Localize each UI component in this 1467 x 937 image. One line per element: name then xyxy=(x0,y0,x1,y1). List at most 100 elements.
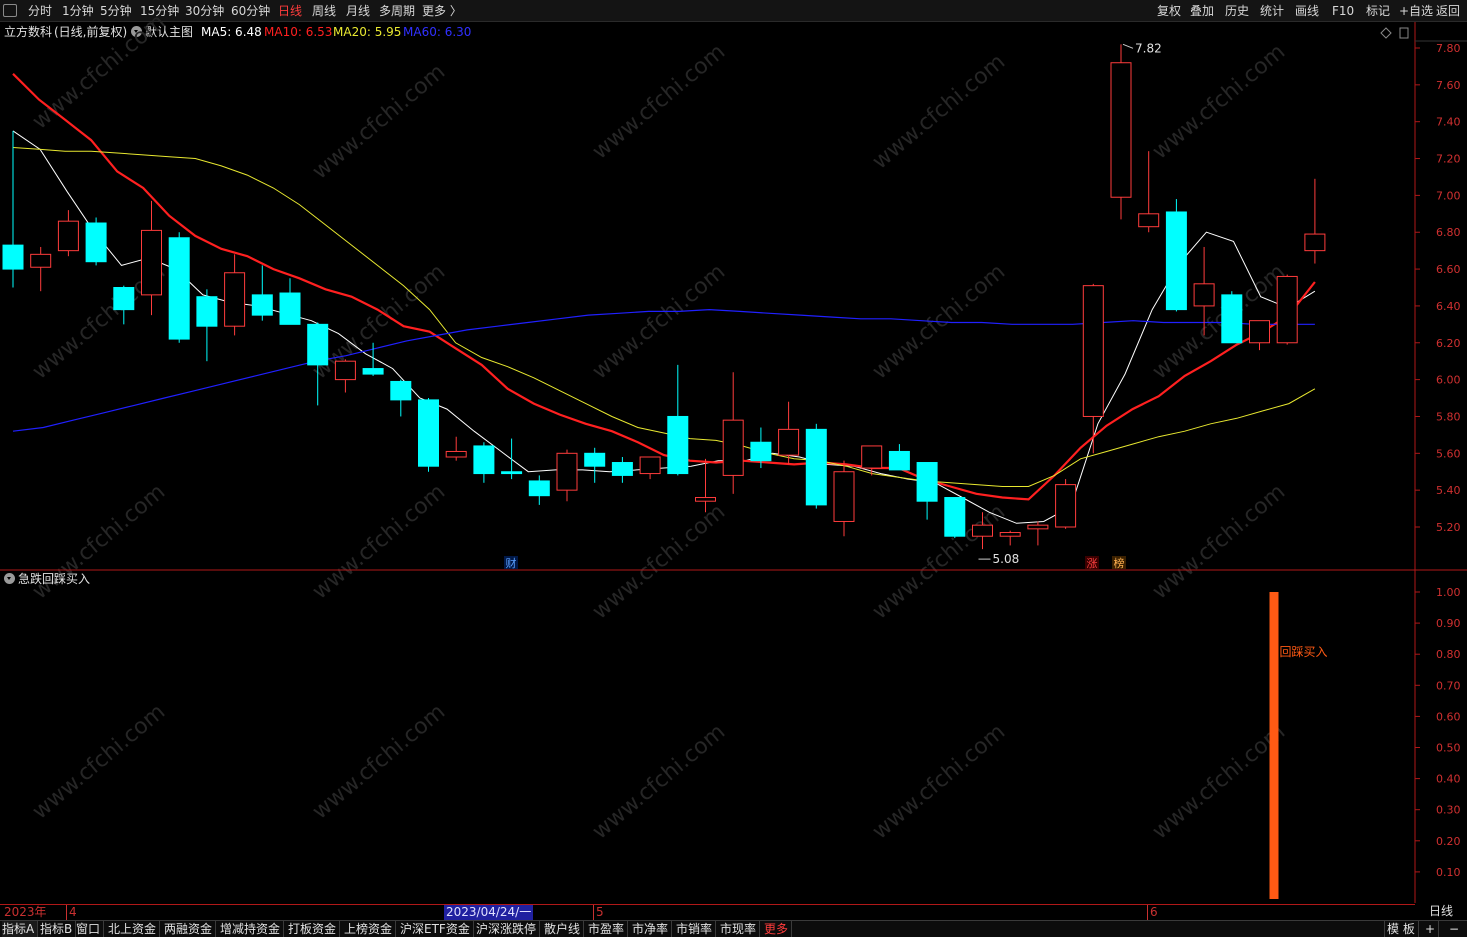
candle-down[interactable] xyxy=(362,368,384,375)
candle-down[interactable] xyxy=(1165,211,1187,311)
candle-up[interactable] xyxy=(972,524,993,537)
watermark-text: www.cfchi.com xyxy=(308,59,450,184)
candle-down[interactable] xyxy=(113,287,135,311)
candle-up[interactable] xyxy=(1304,233,1326,252)
indicator-tick-label: 0.70 xyxy=(1436,679,1461,692)
candle-up[interactable] xyxy=(57,220,79,252)
tab-northbound[interactable]: 北上资金 xyxy=(108,921,161,937)
period-indicator: 日线 xyxy=(1428,904,1453,918)
tab-more[interactable]: 更多 xyxy=(764,921,793,937)
candle-down[interactable] xyxy=(584,452,606,467)
tab-margin[interactable]: 两融资金 xyxy=(164,921,217,937)
candle-down[interactable] xyxy=(805,428,827,506)
date-axis: 2023年 4 2023/04/24/一 5 6 xyxy=(0,904,1415,920)
candle-up[interactable] xyxy=(1055,484,1077,528)
price-tick-label: 6.80 xyxy=(1436,226,1461,239)
event-marker[interactable]: 榜 xyxy=(1114,556,1125,570)
price-tick-label: 6.40 xyxy=(1436,300,1461,313)
indicator-title[interactable]: 急跌回踩买入 xyxy=(4,571,90,587)
candle-up[interactable] xyxy=(722,419,744,476)
price-tick-label: 5.20 xyxy=(1436,521,1461,534)
candle-up[interactable] xyxy=(224,272,246,327)
candle-up[interactable] xyxy=(861,445,883,469)
candle-up[interactable] xyxy=(1027,524,1049,530)
candle-down[interactable] xyxy=(916,462,938,502)
signal-label: 回踩买入 xyxy=(1280,645,1328,659)
indicator-tab-bar: 指标A 指标B 窗口 北上资金 两融资金 增减持资金 打板资金 上榜资金 沪深E… xyxy=(0,920,1467,937)
candle-up[interactable] xyxy=(556,452,578,491)
candle-down[interactable] xyxy=(251,294,273,316)
tab-indicator-a[interactable]: 指标A xyxy=(2,921,39,937)
price-tick-label: 6.60 xyxy=(1436,263,1461,276)
candle-down[interactable] xyxy=(888,450,910,471)
indicator-tick-label: 0.20 xyxy=(1436,835,1461,848)
watermark-text: www.cfchi.com xyxy=(588,499,730,624)
event-marker[interactable]: 涨 xyxy=(1087,557,1098,570)
zoom-out-button[interactable]: − xyxy=(1446,921,1462,937)
price-tick-label: 7.60 xyxy=(1436,79,1461,92)
candle-up[interactable] xyxy=(30,253,52,268)
candle-up[interactable] xyxy=(695,497,716,502)
tab-indicator-b[interactable]: 指标B xyxy=(40,921,77,937)
candle-down[interactable] xyxy=(944,497,966,537)
tab-holding-change[interactable]: 增减持资金 xyxy=(220,921,285,937)
candle-up[interactable] xyxy=(1193,283,1215,307)
candle-down[interactable] xyxy=(307,323,329,366)
date-month-5: 5 xyxy=(593,905,604,920)
candle-up[interactable] xyxy=(141,229,162,296)
candle-up[interactable] xyxy=(1138,213,1160,228)
watermark-text: www.cfchi.com xyxy=(588,719,730,844)
candle-up[interactable] xyxy=(1276,275,1298,344)
price-tick-label: 7.40 xyxy=(1436,116,1461,129)
tab-pcf[interactable]: 市现率 xyxy=(720,921,761,937)
candle-down[interactable] xyxy=(390,380,412,401)
candle-down[interactable] xyxy=(528,480,550,497)
tab-pb[interactable]: 市净率 xyxy=(632,921,673,937)
tab-pe[interactable]: 市盈率 xyxy=(588,921,629,937)
candle-down[interactable] xyxy=(279,292,301,325)
template-button[interactable]: 模 板 xyxy=(1384,921,1419,937)
price-tick-label: 6.20 xyxy=(1436,337,1461,350)
candle-up[interactable] xyxy=(833,471,855,522)
candle-up[interactable] xyxy=(334,360,356,381)
tab-limit-stats[interactable]: 沪深涨跌停 xyxy=(476,921,541,937)
tab-ps[interactable]: 市销率 xyxy=(676,921,717,937)
watermark-text: www.cfchi.com xyxy=(1148,479,1290,604)
indicator-tick-label: 0.10 xyxy=(1436,866,1461,879)
watermark-text: www.cfchi.com xyxy=(588,39,730,164)
candle-down[interactable] xyxy=(2,244,24,270)
candle-up[interactable] xyxy=(999,532,1021,537)
candle-up[interactable] xyxy=(1082,285,1104,417)
price-tick-label: 7.80 xyxy=(1436,42,1461,55)
event-marker[interactable]: 财 xyxy=(506,556,517,570)
tab-billboard-funds[interactable]: 上榜资金 xyxy=(344,921,397,937)
kline-chart[interactable]: www.cfchi.com www.cfchi.com www.cfchi.com w… xyxy=(0,0,1467,937)
low-price-label: 5.08 xyxy=(993,552,1020,566)
candle-up[interactable] xyxy=(1249,320,1270,344)
tab-limit-up-funds[interactable]: 打板资金 xyxy=(288,921,341,937)
candle-up[interactable] xyxy=(639,456,661,475)
signal-bar[interactable] xyxy=(1269,592,1279,899)
candle-up[interactable] xyxy=(778,428,800,456)
candle-down[interactable] xyxy=(611,462,633,476)
indicator-tick-label: 0.50 xyxy=(1436,742,1461,755)
candle-down[interactable] xyxy=(501,471,523,475)
candle-up[interactable] xyxy=(1110,62,1132,198)
tab-etf-funds[interactable]: 沪深ETF资金 xyxy=(400,921,474,937)
candle-down[interactable] xyxy=(85,222,107,263)
candle-down[interactable] xyxy=(750,441,772,462)
tab-retail-line[interactable]: 散户线 xyxy=(544,921,585,937)
candle-down[interactable] xyxy=(667,415,689,475)
date-month-4: 4 xyxy=(66,905,77,920)
tab-window[interactable]: 窗口 xyxy=(76,921,105,937)
candle-up[interactable] xyxy=(445,450,467,458)
candle-down[interactable] xyxy=(1221,294,1243,344)
zoom-in-button[interactable]: + xyxy=(1422,921,1440,937)
candle-down[interactable] xyxy=(418,399,439,467)
panel-toggle-icon[interactable] xyxy=(1399,27,1409,39)
candle-down[interactable] xyxy=(196,296,218,327)
diamond-icon[interactable] xyxy=(1380,27,1392,39)
indicator-tick-label: 0.30 xyxy=(1436,804,1461,817)
candle-down[interactable] xyxy=(473,445,495,475)
candle-down[interactable] xyxy=(168,237,190,340)
